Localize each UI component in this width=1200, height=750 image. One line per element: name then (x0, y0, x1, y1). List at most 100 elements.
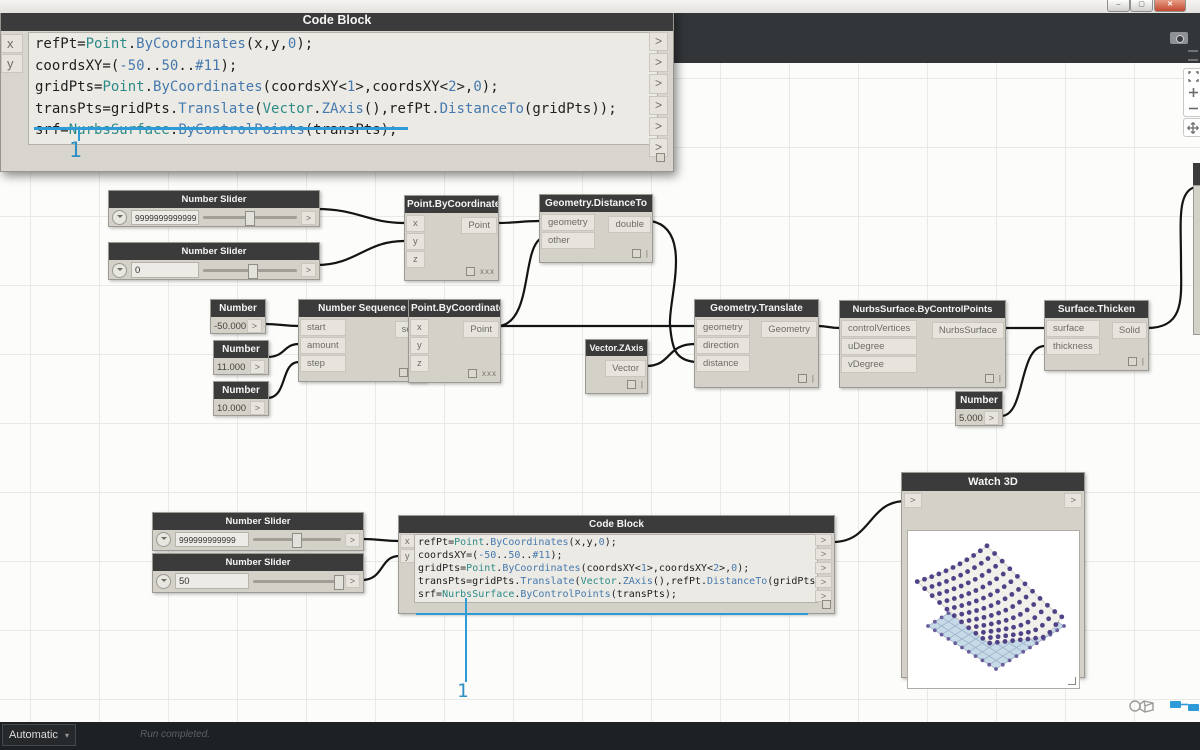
input-port-udegree[interactable]: uDegree (841, 338, 918, 355)
output-port[interactable]: > (815, 534, 832, 546)
node-number-slider-y-bottom[interactable]: Number Slider 50 > (152, 553, 364, 593)
output-port[interactable]: Vector (605, 360, 646, 377)
preview-checkbox[interactable] (398, 368, 408, 377)
node-title[interactable]: Watch 3D (902, 473, 1084, 491)
wire[interactable] (644, 342, 697, 368)
watch3d-viewport[interactable] (907, 530, 1080, 689)
input-port-controlvertices[interactable]: controlVertices (841, 320, 918, 337)
input-port-x[interactable]: x (1, 34, 23, 53)
preview-checkbox[interactable] (631, 249, 641, 258)
lacing-indicator[interactable]: xxx (480, 267, 495, 276)
wire[interactable] (649, 219, 697, 364)
node-title[interactable]: Number (214, 382, 268, 399)
node-geometry-distanceto[interactable]: Geometry.DistanceTo geometry other doubl… (539, 194, 653, 263)
slider-value[interactable]: 0 (131, 262, 199, 278)
number-value[interactable]: 5.000 (959, 413, 983, 424)
watch3d-preview[interactable] (908, 531, 1079, 688)
output-port[interactable]: > (249, 401, 265, 415)
node-title[interactable]: Point.ByCoordinates (409, 300, 500, 317)
output-port[interactable]: Geometry (761, 321, 817, 338)
node-title[interactable]: Geometry.Translate (695, 300, 818, 317)
zoom-out-icon[interactable] (1188, 103, 1199, 114)
camera-icon[interactable] (1170, 32, 1188, 44)
node-title[interactable]: Number (956, 392, 1002, 409)
node-nurbssurface-bycontrolpoints[interactable]: NurbsSurface.ByControlPoints controlVert… (839, 300, 1006, 388)
menu-icon[interactable] (1188, 50, 1198, 61)
node-vector-zaxis[interactable]: Vector.ZAxis Vector | (585, 339, 648, 394)
input-port-z[interactable]: z (406, 251, 425, 268)
output-port[interactable]: > (649, 32, 668, 52)
node-title[interactable]: Geometry.DistanceTo (540, 195, 652, 212)
node-point-bycoordinates-1[interactable]: Point.ByCoordinates x y z Point xxx (404, 195, 499, 281)
node-title[interactable]: Number Slider (153, 554, 363, 571)
output-port[interactable]: > (815, 562, 832, 574)
wire[interactable] (999, 344, 1047, 418)
preview-checkbox[interactable] (1127, 357, 1137, 366)
lacing-indicator[interactable]: | (812, 374, 815, 383)
input-port-x[interactable]: x (406, 215, 425, 232)
preview-checkbox[interactable] (468, 369, 477, 378)
slider-handle[interactable] (247, 263, 258, 279)
node-canvas[interactable]: Number Slider 9999999999999 > Number Sli… (0, 0, 1200, 722)
node-point-bycoordinates-2[interactable]: Point.ByCoordinates x y z Point xxx (408, 299, 501, 383)
wire[interactable] (495, 219, 542, 225)
lacing-indicator[interactable]: | (641, 380, 644, 389)
output-port[interactable]: > (649, 95, 668, 115)
preview-checkbox[interactable] (984, 374, 994, 383)
node-title[interactable]: NurbsSurface.ByControlPoints (840, 301, 1005, 318)
node-number-thickness[interactable]: Number 5.000 > (955, 391, 1003, 426)
output-port[interactable]: Point (463, 321, 499, 338)
input-port-geometry[interactable]: geometry (541, 214, 595, 231)
node-title[interactable]: Surface.Thicken (1045, 301, 1148, 318)
node-number-slider-x[interactable]: Number Slider 9999999999999 > (108, 190, 320, 227)
lacing-indicator[interactable]: | (646, 249, 649, 258)
output-port[interactable]: > (249, 360, 265, 374)
slider-value[interactable]: 999999999999 (175, 532, 249, 547)
output-port[interactable]: > (649, 116, 668, 136)
input-port-y[interactable]: y (400, 549, 415, 563)
input-port-x[interactable]: x (410, 319, 429, 336)
close-button[interactable]: ✕ (1154, 0, 1186, 12)
slider-track[interactable] (203, 263, 297, 279)
node-watch-3d[interactable]: Watch 3D > > (901, 472, 1085, 689)
preview-checkbox[interactable] (797, 374, 807, 383)
output-port[interactable]: > (300, 210, 316, 225)
wire[interactable] (831, 499, 908, 544)
input-port-distance[interactable]: distance (696, 355, 750, 372)
input-port-amount[interactable]: amount (300, 337, 346, 354)
input-port-thickness[interactable]: thickness (1046, 338, 1100, 355)
node-title[interactable]: Code Block (399, 516, 834, 533)
slider-handle[interactable] (333, 574, 344, 590)
preview-checkbox[interactable] (822, 600, 831, 609)
output-port[interactable]: > (983, 411, 999, 425)
node-number-slider-y[interactable]: Number Slider 0 > (108, 242, 320, 280)
output-port[interactable]: > (1064, 493, 1082, 508)
input-port-other[interactable]: other (541, 232, 595, 249)
slider-value[interactable]: 9999999999999 (131, 210, 199, 225)
node-title[interactable]: Point.ByCoordinates (405, 196, 498, 213)
offscreen-node-body[interactable] (1193, 185, 1200, 335)
node-title[interactable]: Number Slider (109, 243, 319, 260)
wire[interactable] (497, 237, 542, 328)
preview-checkbox[interactable] (656, 153, 665, 162)
node-number-sequence[interactable]: Number Sequence start amount step seq ||… (298, 299, 426, 382)
wire[interactable] (815, 324, 842, 330)
input-port-y[interactable]: y (406, 233, 425, 250)
expand-chevron-icon[interactable] (112, 210, 127, 225)
output-port[interactable]: > (815, 576, 832, 588)
expand-chevron-icon[interactable] (156, 573, 171, 589)
node-geometry-translate[interactable]: Geometry.Translate geometry direction di… (694, 299, 819, 388)
output-port[interactable]: Point (461, 217, 497, 234)
node-number-slider-x-bottom[interactable]: Number Slider 999999999999 > (152, 512, 364, 551)
input-port-direction[interactable]: direction (696, 337, 750, 354)
node-code-block[interactable]: Code Block x y refPt=Point.ByCoordinates… (398, 515, 835, 615)
graph-view-icon[interactable] (1169, 698, 1200, 714)
input-port-y[interactable]: y (410, 337, 429, 354)
slider-value[interactable]: 50 (175, 573, 249, 589)
wire[interactable] (1145, 185, 1197, 330)
wire[interactable] (265, 342, 301, 359)
wire[interactable] (315, 207, 406, 225)
number-value[interactable]: 10.000 (217, 403, 246, 414)
expand-chevron-icon[interactable] (156, 532, 171, 547)
lacing-indicator[interactable]: | (1142, 357, 1145, 366)
